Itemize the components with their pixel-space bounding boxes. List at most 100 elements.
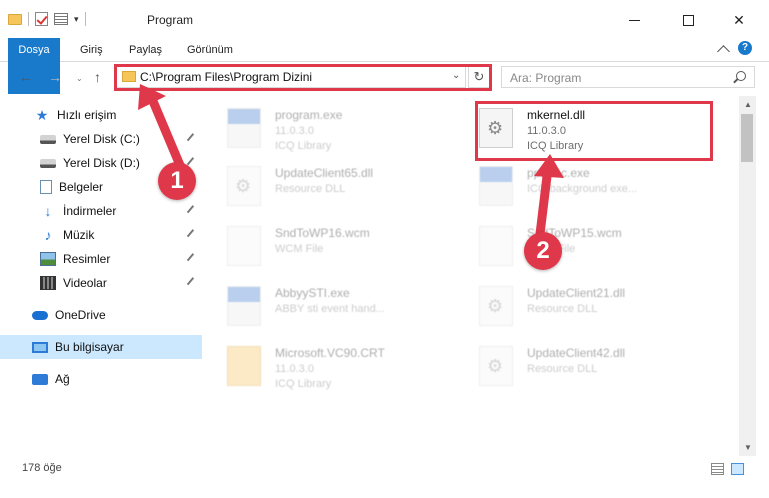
scroll-up-icon[interactable]: ▲ <box>744 100 752 109</box>
large-icons-view-icon[interactable] <box>731 463 744 475</box>
tab-view[interactable]: Görünüm <box>187 38 233 62</box>
properties-check-icon[interactable] <box>35 12 48 26</box>
sidebar-item-videos[interactable]: Videolar <box>0 271 202 295</box>
file-icon <box>227 226 261 266</box>
file-name: AbbyySTI.exe <box>275 286 350 300</box>
divider <box>28 12 29 26</box>
search-placeholder: Ara: Program <box>510 71 582 85</box>
sidebar-item-label: Bu bilgisayar <box>55 340 124 354</box>
file-version: 11.0.3.0 <box>275 363 314 375</box>
new-folder-icon[interactable] <box>54 13 68 25</box>
forward-button[interactable]: → <box>48 69 62 85</box>
file-item[interactable]: UpdateClient21.dll Resource DLL <box>459 280 699 336</box>
sidebar-item-label: Videolar <box>63 276 107 290</box>
file-item[interactable]: Microsoft.VC90.CRT 11.0.3.0 ICQ Library <box>207 340 447 396</box>
pictures-icon <box>40 252 56 266</box>
sidebar-item-label: Yerel Disk (D:) <box>63 156 140 170</box>
file-item[interactable]: UpdateClient65.dll Resource DLL <box>207 160 447 216</box>
minimize-icon <box>628 19 640 21</box>
search-input[interactable]: Ara: Program <box>501 66 755 88</box>
sidebar-item-label: Müzik <box>63 228 95 242</box>
title-bar: ▾ Program ✕ <box>0 0 769 40</box>
file-description: Resource DLL <box>527 363 598 375</box>
step-2-badge: 2 <box>524 232 562 270</box>
maximize-icon <box>682 14 694 26</box>
sidebar-item-this-pc[interactable]: Bu bilgisayar <box>0 335 202 359</box>
exe-icon <box>227 108 261 148</box>
file-item[interactable]: UpdateClient42.dll Resource DLL <box>459 340 699 396</box>
file-version: 11.0.3.0 <box>275 125 314 137</box>
recent-locations-dropdown-icon[interactable]: ⌄ <box>76 74 83 83</box>
pin-icon[interactable] <box>186 229 198 240</box>
help-icon[interactable]: ? <box>738 41 752 55</box>
file-description: ICQ Library <box>275 378 332 390</box>
sidebar-item-downloads[interactable]: ↓ İndirmeler <box>0 199 202 223</box>
close-button[interactable]: ✕ <box>724 8 754 32</box>
file-description: WCM File <box>275 243 324 255</box>
drive-icon <box>40 134 56 144</box>
file-icon <box>479 226 513 266</box>
sidebar-item-music[interactable]: ♪ Müzik <box>0 223 202 247</box>
up-button[interactable]: ↑ <box>94 69 101 85</box>
dll-gear-icon <box>479 286 513 326</box>
divider <box>84 12 86 26</box>
file-name: UpdateClient42.dll <box>527 346 626 360</box>
pin-icon[interactable] <box>186 205 198 216</box>
vertical-scrollbar[interactable]: ▲ ▼ <box>739 96 756 456</box>
sidebar-item-network[interactable]: Ağ <box>0 367 202 391</box>
computer-icon <box>32 341 48 353</box>
sidebar-item-onedrive[interactable]: OneDrive <box>0 303 202 327</box>
file-item[interactable]: AbbyySTI.exe ABBY sti event hand... <box>207 280 447 336</box>
sidebar-item-label: OneDrive <box>55 308 106 322</box>
file-name: SndToWP16.wcm <box>275 226 370 240</box>
tab-share[interactable]: Paylaş <box>129 38 162 62</box>
file-item[interactable]: program.exe 11.0.3.0 ICQ Library <box>207 102 447 158</box>
onedrive-icon <box>32 310 48 320</box>
scroll-down-icon[interactable]: ▼ <box>744 443 752 452</box>
dll-gear-icon <box>227 166 261 206</box>
document-icon <box>40 180 52 194</box>
quick-access-toolbar: ▾ <box>8 12 86 26</box>
dll-gear-icon <box>479 346 513 386</box>
app-icon <box>227 286 261 326</box>
file-name: UpdateClient21.dll <box>527 286 626 300</box>
file-description: Resource DLL <box>527 303 598 315</box>
file-name: program.exe <box>275 108 343 122</box>
scrollbar-thumb[interactable] <box>741 114 753 162</box>
videos-icon <box>40 276 56 290</box>
minimize-button[interactable] <box>619 8 649 32</box>
pin-icon[interactable] <box>186 277 198 288</box>
pin-icon[interactable] <box>186 253 198 264</box>
customize-toolbar-dropdown-icon[interactable]: ▾ <box>74 14 79 25</box>
file-description: Resource DLL <box>275 183 346 195</box>
file-description: ICQ Library <box>275 140 332 152</box>
sidebar-item-label: Belgeler <box>59 180 104 194</box>
file-description: ABBY sti event hand... <box>275 303 385 315</box>
status-bar: 178 öğe <box>0 458 769 480</box>
ribbon: Dosya Giriş Paylaş Görünüm <box>0 38 769 94</box>
item-count: 178 öğe <box>22 462 62 474</box>
close-icon: ✕ <box>733 11 745 28</box>
file-item[interactable]: SndToWP16.wcm WCM File <box>207 220 447 276</box>
file-name: Microsoft.VC90.CRT <box>275 346 385 360</box>
star-icon: ★ <box>35 107 49 123</box>
sidebar-item-pictures[interactable]: Resimler <box>0 247 202 271</box>
app-icon <box>479 166 513 206</box>
maximize-button[interactable] <box>673 8 703 32</box>
step-1-badge: 1 <box>158 162 196 200</box>
details-view-icon[interactable] <box>711 463 724 475</box>
sidebar-item-label: Ağ <box>55 372 70 386</box>
sidebar-item-label: Resimler <box>63 252 111 266</box>
download-icon: ↓ <box>44 203 52 219</box>
music-icon: ♪ <box>44 227 52 243</box>
search-icon <box>736 71 746 81</box>
drive-icon <box>40 158 56 168</box>
sidebar-item-label: İndirmeler <box>63 204 117 218</box>
sidebar-item-label: Hızlı erişim <box>57 108 117 122</box>
back-button[interactable]: ← <box>19 69 33 85</box>
window-title: Program <box>147 13 194 27</box>
file-name: UpdateClient65.dll <box>275 166 374 180</box>
tab-home[interactable]: Giriş <box>80 38 103 62</box>
network-icon <box>32 373 48 385</box>
folder-icon <box>8 13 22 25</box>
